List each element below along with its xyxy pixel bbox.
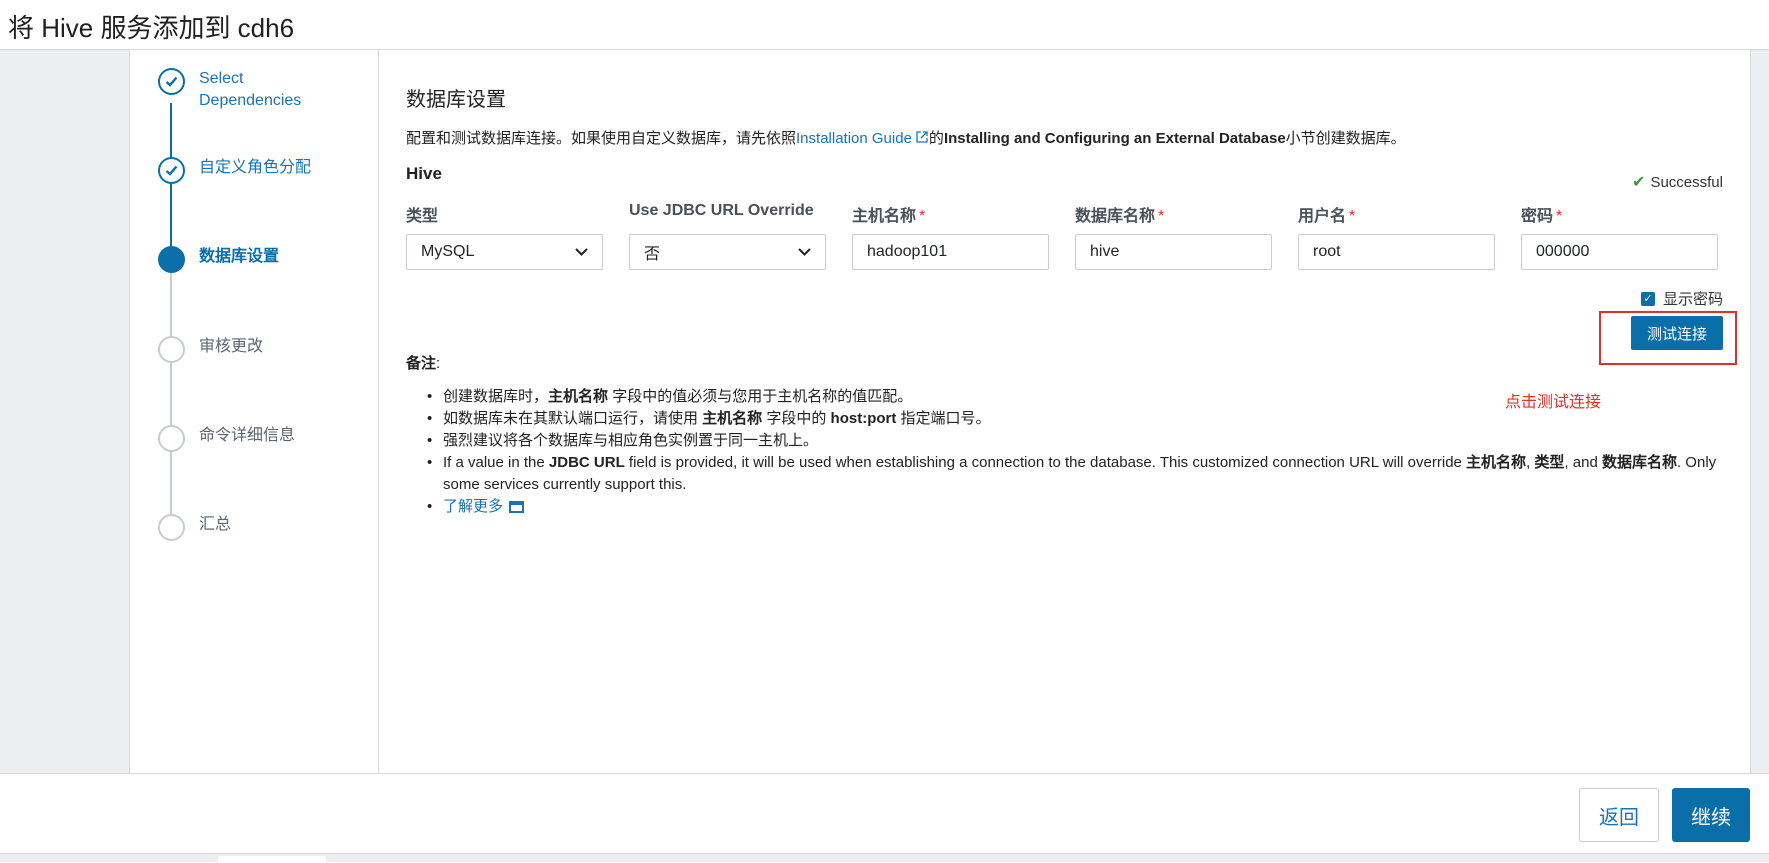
list-item: 了解更多	[425, 496, 1725, 518]
step-label: 数据库设置	[199, 248, 280, 265]
step-connector-todo	[170, 268, 172, 534]
database-name-value: hive	[1090, 243, 1120, 260]
learn-more-link[interactable]: 了解更多	[443, 498, 525, 515]
link-text: Installation Guide	[796, 130, 912, 147]
empty-circle-icon	[158, 514, 185, 541]
checkbox-checked-icon[interactable]: ✓	[1640, 291, 1655, 306]
database-name-label-text: 数据库名称	[1075, 208, 1156, 225]
step-label: 自定义角色分配	[199, 159, 312, 176]
footer-bar: 返回 继续	[0, 773, 1769, 853]
show-password-label: 显示密码	[1662, 291, 1723, 308]
wizard-step-database-setup[interactable]: 数据库设置	[158, 246, 349, 273]
right-gutter	[1750, 50, 1769, 773]
password-label-text: 密码	[1521, 208, 1554, 225]
window-title: 将 Hive 服务添加到 cdh6	[8, 13, 295, 43]
step-label: 命令详细信息	[199, 427, 296, 444]
required-marker: *	[919, 208, 926, 225]
description-mid: 的	[928, 130, 944, 147]
password-label: 密码 *	[1521, 202, 1718, 226]
current-step-dot-icon	[158, 246, 185, 273]
show-password-toggle[interactable]: ✓ 显示密码	[1640, 288, 1723, 309]
description-text: 配置和测试数据库连接。如果使用自定义数据库，请先依照Installation G…	[406, 127, 1406, 148]
hostname-value: hadoop101	[867, 243, 948, 260]
step-connector-done	[170, 103, 172, 268]
chevron-down-icon	[798, 248, 811, 256]
list-item: 创建数据库时，主机名称 字段中的值必须与您用于主机名称的值匹配。	[425, 386, 1725, 408]
bottom-strip	[0, 853, 1769, 863]
notes-colon: :	[436, 355, 441, 372]
type-select[interactable]: MySQL	[406, 234, 603, 270]
wizard-step-nav: Select Dependencies 自定义角色分配 数据库设置 审核更改 命…	[131, 50, 379, 773]
username-value: root	[1313, 243, 1341, 260]
password-field: 密码 * 000000	[1521, 202, 1718, 270]
learn-more-text: 了解更多	[443, 498, 504, 515]
wizard-step-command-details[interactable]: 命令详细信息	[158, 425, 349, 452]
continue-button[interactable]: 继续	[1672, 788, 1750, 842]
database-name-input[interactable]: hive	[1075, 234, 1272, 270]
empty-circle-icon	[158, 336, 185, 363]
description-suffix: 小节创建数据库。	[1285, 130, 1406, 147]
test-connection-button[interactable]: 测试连接	[1631, 316, 1723, 350]
left-gutter	[0, 50, 130, 773]
jdbc-override-label: Use JDBC URL Override	[629, 202, 814, 219]
list-item: 如数据库未在其默认端口运行，请使用 主机名称 字段中的 host:port 指定…	[425, 408, 1725, 430]
notes-list: 创建数据库时，主机名称 字段中的值必须与您用于主机名称的值匹配。 如数据库未在其…	[425, 386, 1725, 518]
notes-title-text: 备注	[406, 355, 437, 372]
step-label: Select Dependencies	[199, 70, 302, 109]
hostname-input[interactable]: hadoop101	[852, 234, 1049, 270]
required-marker: *	[1158, 208, 1165, 225]
wizard-step-review-changes[interactable]: 审核更改	[158, 336, 349, 363]
username-label-text: 用户名	[1298, 208, 1347, 225]
check-circle-icon	[158, 157, 185, 184]
password-value: 000000	[1536, 243, 1590, 260]
username-label: 用户名 *	[1298, 202, 1495, 226]
jdbc-override-value: 否	[644, 246, 661, 263]
database-name-field: 数据库名称 * hive	[1075, 202, 1272, 270]
type-value: MySQL	[421, 243, 475, 260]
description-prefix: 配置和测试数据库连接。如果使用自定义数据库，请先依照	[406, 130, 797, 147]
username-input[interactable]: root	[1298, 234, 1495, 270]
back-button[interactable]: 返回	[1579, 788, 1659, 842]
jdbc-override-select[interactable]: 否	[629, 234, 826, 270]
status-text: Successful	[1650, 173, 1723, 191]
required-marker: *	[1556, 208, 1563, 225]
username-field: 用户名 * root	[1298, 202, 1495, 270]
list-item: 强烈建议将各个数据库与相应角色实例置于同一主机上。	[425, 430, 1725, 452]
connection-status: ✔ Successful	[1632, 172, 1723, 192]
hostname-label: 主机名称 *	[852, 202, 1049, 226]
section-title: 数据库设置	[406, 89, 506, 111]
chevron-down-icon	[575, 248, 588, 256]
wizard-step-summary[interactable]: 汇总	[158, 514, 349, 541]
database-name-label: 数据库名称 *	[1075, 202, 1272, 226]
step-label: 审核更改	[199, 338, 264, 355]
description-bold: Installing and Configuring an External D…	[943, 130, 1286, 147]
required-marker: *	[1349, 208, 1356, 225]
type-field: 类型 MySQL	[406, 202, 603, 270]
window-icon	[509, 501, 525, 514]
wizard-step-select-dependencies[interactable]: Select Dependencies	[158, 68, 349, 112]
jdbc-override-field: Use JDBC URL Override 否	[629, 202, 826, 270]
empty-circle-icon	[158, 425, 185, 452]
list-item: If a value in the JDBC URL field is prov…	[425, 452, 1725, 496]
step-label: 汇总	[199, 516, 232, 533]
title-bar: 将 Hive 服务添加到 cdh6	[0, 0, 1769, 50]
password-input[interactable]: 000000	[1521, 234, 1718, 270]
service-name: Hive	[406, 164, 442, 183]
check-circle-icon	[158, 68, 185, 95]
wizard-step-custom-role-assignment[interactable]: 自定义角色分配	[158, 157, 349, 184]
hostname-field: 主机名称 * hadoop101	[852, 202, 1049, 270]
installation-guide-link[interactable]: Installation Guide	[796, 130, 929, 147]
hostname-label-text: 主机名称	[852, 208, 917, 225]
type-label: 类型	[406, 208, 439, 225]
main-panel: 数据库设置 配置和测试数据库连接。如果使用自定义数据库，请先依照Installa…	[380, 50, 1750, 773]
external-link-icon	[916, 131, 928, 143]
notes-title: 备注:	[406, 352, 440, 373]
checkmark-icon: ✔	[1632, 174, 1646, 191]
database-fields: 类型 MySQL Use JDBC URL Override 否 主机名称 * h…	[406, 202, 1726, 270]
